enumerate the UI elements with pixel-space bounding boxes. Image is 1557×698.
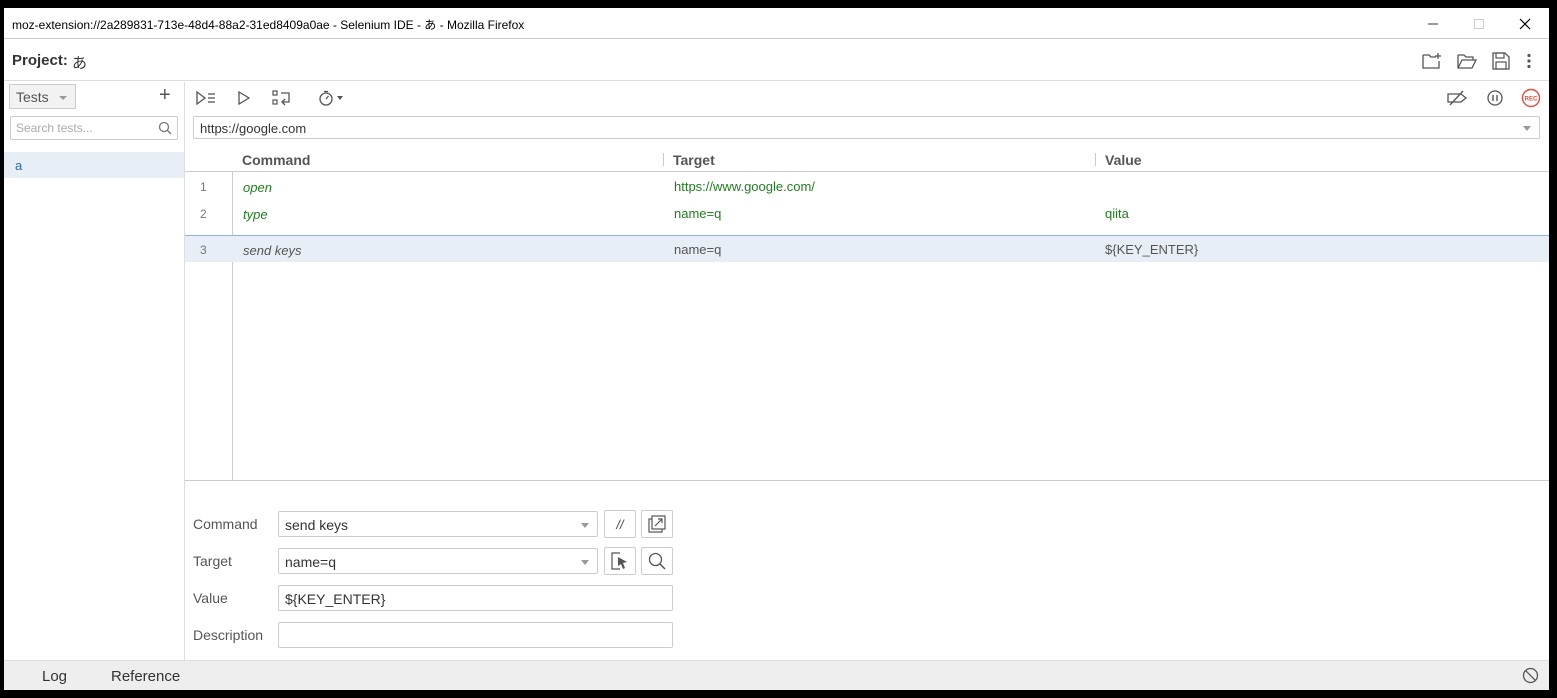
minimize-icon <box>1428 23 1438 24</box>
open-reference-icon <box>648 515 666 533</box>
save-project-button[interactable] <box>1490 50 1512 72</box>
maximize-icon <box>1474 18 1484 29</box>
run-all-icon <box>196 91 215 105</box>
row-target: name=q <box>674 242 722 257</box>
minimize-button[interactable] <box>1410 8 1456 39</box>
window-title: moz-extension://2a289831-713e-48d4-88a2-… <box>12 18 525 32</box>
search-tests-input[interactable] <box>10 116 178 140</box>
app-window: moz-extension://2a289831-713e-48d4-88a2-… <box>4 8 1549 690</box>
base-url-value: https://google.com <box>200 121 307 136</box>
step-icon <box>272 90 290 106</box>
disable-breakpoints-button[interactable] <box>1444 86 1470 110</box>
comment-toggle-button[interactable]: // <box>604 510 636 538</box>
tests-dropdown[interactable]: Tests <box>9 84 76 109</box>
project-header: Project: あ <box>4 40 1549 81</box>
title-bar: moz-extension://2a289831-713e-48d4-88a2-… <box>4 8 1549 39</box>
step-over-button[interactable] <box>269 86 295 110</box>
column-divider[interactable] <box>1095 153 1096 166</box>
record-icon: REC <box>1521 88 1541 108</box>
run-all-tests-button[interactable] <box>193 86 219 110</box>
chevron-down-icon <box>581 523 589 528</box>
base-url-input[interactable]: https://google.com <box>193 116 1540 139</box>
find-target-icon <box>648 552 666 570</box>
tests-sidebar: Tests + a <box>4 82 185 660</box>
clear-log-icon[interactable] <box>1522 667 1539 684</box>
row-command: open <box>243 180 272 195</box>
project-label: Project: <box>12 52 68 69</box>
row-value: qiita <box>1105 206 1129 221</box>
select-target-icon <box>611 552 627 570</box>
tab-log[interactable]: Log <box>42 668 67 685</box>
table-row[interactable]: 2 type name=q qiita <box>185 200 1549 227</box>
table-row-selected[interactable]: 3 send keys name=q ${KEY_ENTER} <box>185 235 1549 262</box>
command-editor: Command send keys // Target name=q Value… <box>185 482 1549 660</box>
value-label: Value <box>193 590 228 606</box>
close-window-button[interactable] <box>1502 8 1548 39</box>
run-icon <box>238 91 250 105</box>
svg-text:REC: REC <box>1525 97 1538 103</box>
project-name[interactable]: あ <box>72 52 87 73</box>
row-target: name=q <box>674 206 722 221</box>
row-number: 1 <box>200 180 207 194</box>
table-header: Command Target Value <box>185 146 1549 172</box>
value-input[interactable]: ${KEY_ENTER} <box>278 585 673 611</box>
target-input-value: name=q <box>285 554 336 570</box>
command-label: Command <box>193 516 258 532</box>
row-number: 2 <box>200 207 207 221</box>
command-input-value: send keys <box>285 517 349 533</box>
close-icon <box>1519 18 1531 29</box>
search-icon <box>158 121 172 135</box>
new-project-button[interactable] <box>1421 50 1443 72</box>
target-input[interactable]: name=q <box>278 548 598 574</box>
value-input-value: ${KEY_ENTER} <box>285 591 386 607</box>
tests-dropdown-label: Tests <box>16 89 49 105</box>
open-project-button[interactable] <box>1456 50 1478 72</box>
new-project-icon <box>1422 53 1441 69</box>
column-header-target: Target <box>673 152 715 168</box>
chevron-down-icon <box>581 560 589 565</box>
row-command: type <box>243 207 268 222</box>
description-label: Description <box>193 627 264 643</box>
more-options-button[interactable] <box>1518 50 1540 72</box>
description-input[interactable] <box>278 622 673 648</box>
run-current-test-button[interactable] <box>231 86 257 110</box>
more-options-icon <box>1527 53 1531 69</box>
open-reference-button[interactable] <box>641 510 673 538</box>
row-target: https://www.google.com/ <box>674 179 815 194</box>
maximize-button[interactable] <box>1456 8 1502 39</box>
table-row[interactable]: 1 open https://www.google.com/ <box>185 173 1549 200</box>
target-label: Target <box>193 553 232 569</box>
chevron-down-icon <box>59 96 67 100</box>
row-value: ${KEY_ENTER} <box>1105 242 1199 257</box>
column-header-value: Value <box>1105 152 1142 168</box>
add-test-button[interactable]: + <box>159 84 171 107</box>
column-divider[interactable] <box>663 153 664 166</box>
comment-toggle-label: // <box>616 516 624 532</box>
save-project-icon <box>1492 52 1510 70</box>
speed-icon <box>319 90 343 106</box>
select-target-button[interactable] <box>604 547 636 575</box>
column-header-command: Command <box>242 152 311 168</box>
test-speed-button[interactable] <box>314 86 350 110</box>
pause-on-exceptions-button[interactable] <box>1482 86 1508 110</box>
find-target-button[interactable] <box>641 547 673 575</box>
disable-breakpoints-icon <box>1447 90 1468 106</box>
open-project-icon <box>1457 54 1477 69</box>
row-command: send keys <box>243 243 302 258</box>
bottom-panel-tabs: Log Reference <box>4 660 1549 690</box>
main-panel: REC https://google.com Command Target Va… <box>185 82 1549 660</box>
row-number: 3 <box>200 243 207 257</box>
command-input[interactable]: send keys <box>278 511 598 537</box>
test-item-name: a <box>15 158 23 173</box>
tab-reference[interactable]: Reference <box>111 668 180 685</box>
pause-icon <box>1487 90 1503 106</box>
test-item[interactable]: a <box>4 152 184 178</box>
record-button[interactable]: REC <box>1518 86 1544 110</box>
chevron-down-icon <box>1523 126 1531 131</box>
commands-table: Command Target Value 1 open https://www.… <box>185 146 1549 481</box>
